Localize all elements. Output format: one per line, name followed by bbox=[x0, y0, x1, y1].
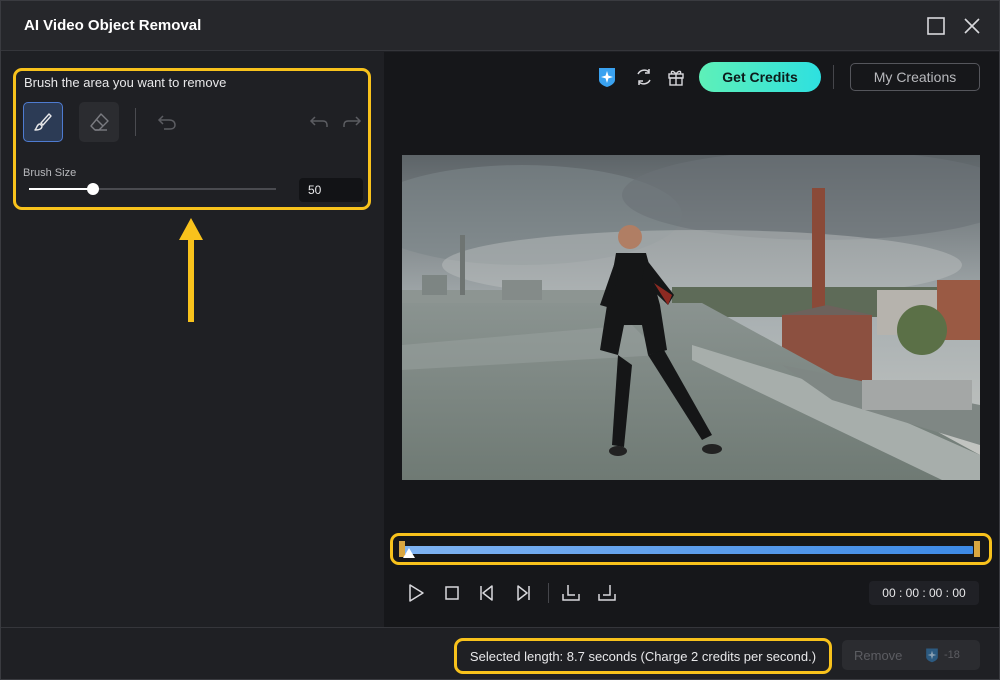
preview-panel: Get Credits My Creations 00: 00: 00: … bbox=[384, 52, 999, 627]
timeline-end-handle[interactable] bbox=[974, 541, 980, 557]
my-creations-button[interactable]: My Creations bbox=[850, 63, 980, 91]
selected-length-text: Selected length: 8.7 seconds (Charge 2 c… bbox=[454, 638, 832, 674]
refresh-icon[interactable] bbox=[633, 66, 655, 88]
footer-bar: Selected length: 8.7 seconds (Charge 2 c… bbox=[1, 627, 999, 679]
playhead-icon[interactable] bbox=[403, 548, 415, 560]
window-title: AI Video Object Removal bbox=[24, 17, 202, 34]
brush-instruction: Brush the area you want to remove bbox=[24, 75, 227, 90]
brush-tool-button[interactable] bbox=[23, 102, 63, 142]
next-frame-button[interactable] bbox=[512, 582, 534, 604]
brush-icon bbox=[34, 113, 52, 131]
brush-size-handle[interactable] bbox=[87, 183, 100, 195]
timeline-track[interactable] bbox=[403, 546, 973, 554]
remove-button-label: Remove bbox=[854, 648, 903, 663]
gift-icon[interactable] bbox=[665, 66, 687, 88]
stop-icon bbox=[445, 586, 459, 600]
maximize-icon[interactable] bbox=[925, 15, 947, 37]
remove-button[interactable]: Remove -18 bbox=[842, 640, 980, 670]
brush-size-fill bbox=[29, 188, 94, 190]
timecode-display: 00 : 00 : 00 : 00 bbox=[869, 581, 979, 605]
brush-settings-highlight: Brush the area you want to remove Brush … bbox=[13, 68, 371, 210]
redo-button[interactable] bbox=[332, 102, 372, 142]
brush-size-label: Brush Size bbox=[23, 167, 77, 179]
ai-credit-icon[interactable] bbox=[596, 66, 618, 88]
credit-icon bbox=[926, 648, 938, 663]
set-in-point-icon bbox=[562, 585, 580, 601]
arrow-back-icon bbox=[309, 116, 328, 127]
set-out-point-icon bbox=[598, 585, 616, 601]
toolbar-divider bbox=[833, 65, 834, 89]
brush-size-slider[interactable] bbox=[29, 183, 276, 195]
toolbar-divider bbox=[135, 108, 136, 136]
play-icon bbox=[409, 584, 424, 602]
set-in-point-button[interactable] bbox=[560, 582, 582, 604]
controls-divider bbox=[548, 583, 549, 603]
reset-button[interactable] bbox=[147, 102, 187, 142]
undo-icon bbox=[157, 115, 176, 130]
set-out-point-button[interactable] bbox=[596, 582, 618, 604]
video-frame-image bbox=[402, 155, 980, 480]
play-button[interactable] bbox=[405, 582, 427, 604]
annotation-arrow-icon bbox=[179, 218, 203, 322]
video-preview[interactable] bbox=[402, 155, 980, 480]
get-credits-button[interactable]: Get Credits bbox=[699, 62, 821, 92]
prev-frame-button[interactable] bbox=[476, 582, 498, 604]
remove-credit-cost: -18 bbox=[944, 649, 960, 661]
title-bar: AI Video Object Removal bbox=[1, 1, 999, 51]
arrow-forward-icon bbox=[343, 116, 362, 127]
brush-size-input[interactable]: 50 bbox=[299, 178, 363, 202]
timeline-highlight bbox=[390, 533, 992, 565]
stop-button[interactable] bbox=[441, 582, 463, 604]
eraser-icon bbox=[90, 113, 109, 131]
eraser-tool-button[interactable] bbox=[79, 102, 119, 142]
prev-frame-icon bbox=[480, 585, 493, 601]
close-icon[interactable] bbox=[961, 15, 983, 37]
brush-panel: Brush the area you want to remove Brush … bbox=[1, 52, 383, 627]
next-frame-icon bbox=[517, 585, 530, 601]
app-window: AI Video Object Removal Brush the area y… bbox=[0, 0, 1000, 680]
